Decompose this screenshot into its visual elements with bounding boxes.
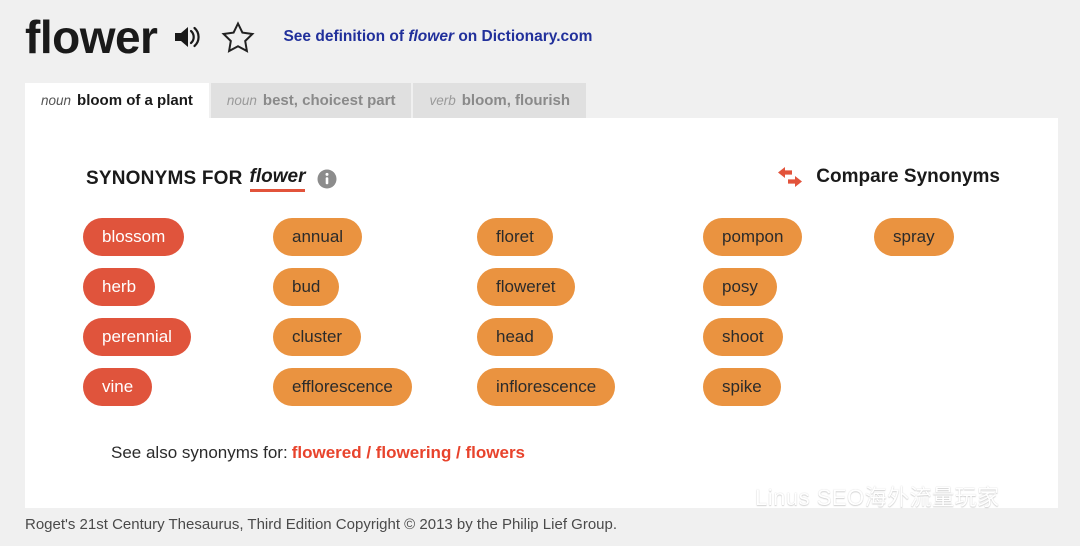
synonym-chip[interactable]: shoot — [703, 318, 783, 356]
synonym-chip[interactable]: pompon — [703, 218, 803, 256]
synonym-chip[interactable]: vine — [83, 368, 153, 406]
compare-arrows-icon — [776, 164, 804, 190]
synonym-chip[interactable]: spike — [703, 368, 781, 406]
tab-label: bloom of a plant — [77, 92, 193, 109]
tab-noun-bloom-of-a-plant[interactable]: noun bloom of a plant — [25, 83, 209, 118]
see-also-links[interactable]: flowered / flowering / flowers — [292, 443, 525, 462]
synonyms-heading: SYNONYMS FOR flower — [86, 166, 337, 192]
definition-link-word: flower — [408, 28, 454, 45]
page-header: flower See definition of flower on Dicti… — [25, 6, 592, 68]
synonym-chip[interactable]: bud — [273, 268, 340, 306]
synonym-chip[interactable]: efflorescence — [273, 368, 412, 406]
synonym-column-5: spray — [874, 218, 954, 268]
synonym-chip[interactable]: floret — [477, 218, 553, 256]
synonym-chip[interactable]: blossom — [83, 218, 185, 256]
tab-verb-bloom-flourish[interactable]: verb bloom, flourish — [413, 83, 587, 118]
copyright-footer: Roget's 21st Century Thesaurus, Third Ed… — [25, 516, 618, 533]
tab-pos-label: noun — [41, 93, 72, 108]
synonyms-heading-word: flower — [249, 166, 306, 192]
synonym-chip[interactable]: annual — [273, 218, 363, 256]
synonym-column-4: pompon posy shoot spike — [703, 218, 860, 418]
page-title: flower — [25, 11, 158, 63]
see-also-row: See also synonyms for: flowered / floweri… — [111, 443, 525, 463]
synonym-chip[interactable]: posy — [703, 268, 777, 306]
tab-pos-label: noun — [226, 93, 257, 108]
dictionary-definition-link[interactable]: See definition of flower on Dictionary.c… — [283, 28, 592, 46]
synonym-column-3: floret floweret head inflorescence — [477, 218, 689, 418]
info-icon[interactable] — [317, 169, 337, 189]
synonym-chip[interactable]: inflorescence — [477, 368, 616, 406]
star-outline-icon[interactable] — [221, 20, 256, 54]
definition-link-prefix: See definition of — [283, 28, 405, 45]
synonym-chip[interactable]: floweret — [477, 268, 575, 306]
synonym-columns: blossom herb perennial vine annual bud c… — [83, 218, 968, 418]
definition-link-suffix: on Dictionary.com — [458, 28, 593, 45]
synonym-chip[interactable]: cluster — [273, 318, 362, 356]
synonyms-card: SYNONYMS FOR flower Compare Synonyms blo… — [25, 118, 1058, 508]
synonym-chip[interactable]: spray — [874, 218, 954, 256]
synonym-chip[interactable]: perennial — [83, 318, 191, 356]
synonyms-heading-title: SYNONYMS FOR — [86, 168, 243, 189]
sense-tabs: noun bloom of a plant noun best, choices… — [25, 83, 588, 118]
synonym-chip[interactable]: head — [477, 318, 553, 356]
synonym-column-2: annual bud cluster efflorescence — [273, 218, 463, 418]
tab-noun-best-choicest-part[interactable]: noun best, choicest part — [210, 83, 412, 118]
tab-pos-label: verb — [429, 93, 456, 108]
speaker-icon[interactable] — [173, 24, 203, 50]
see-also-label: See also synonyms for: — [111, 443, 288, 462]
tab-label: best, choicest part — [262, 92, 396, 109]
synonym-chip[interactable]: herb — [83, 268, 156, 306]
compare-synonyms-label: Compare Synonyms — [816, 166, 1000, 187]
synonym-column-1: blossom herb perennial vine — [83, 218, 259, 418]
tab-label: bloom, flourish — [461, 92, 571, 109]
compare-synonyms-button[interactable]: Compare Synonyms — [776, 164, 1000, 190]
